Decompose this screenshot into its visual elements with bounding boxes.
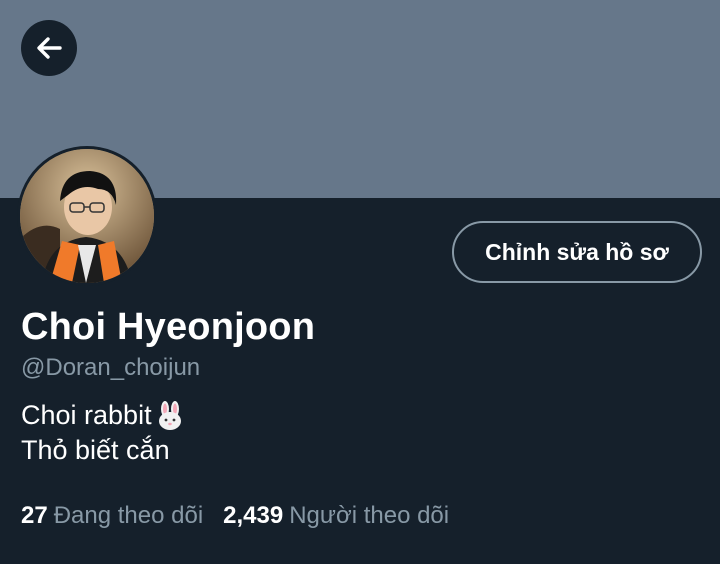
following-label: Đang theo dõi [53,502,204,529]
followers-link[interactable]: 2,439 Người theo dõi [223,502,449,530]
user-handle: @Doran_choijun [21,354,201,381]
back-button[interactable] [21,20,77,76]
followers-count: 2,439 [223,502,284,529]
profile-avatar[interactable] [17,146,157,286]
profile-photo [20,149,154,283]
rabbit-face-icon [154,400,186,432]
following-link[interactable]: 27 Đang theo dõi [21,502,203,530]
follow-stats: 27 Đang theo dõi 2,439 Người theo dõi [21,502,449,530]
profile-bio: Choi rabbit Thỏ biết cắn [21,398,186,468]
display-name: Choi Hyeonjoon [21,306,316,348]
edit-profile-button[interactable]: Chỉnh sửa hồ sơ [452,221,702,283]
bio-text: Thỏ biết cắn [21,435,170,465]
bio-text: Choi rabbit [21,400,152,430]
bio-line: Choi rabbit [21,398,186,433]
arrow-left-icon [37,37,62,59]
followers-label: Người theo dõi [289,502,450,529]
following-count: 27 [21,502,48,529]
